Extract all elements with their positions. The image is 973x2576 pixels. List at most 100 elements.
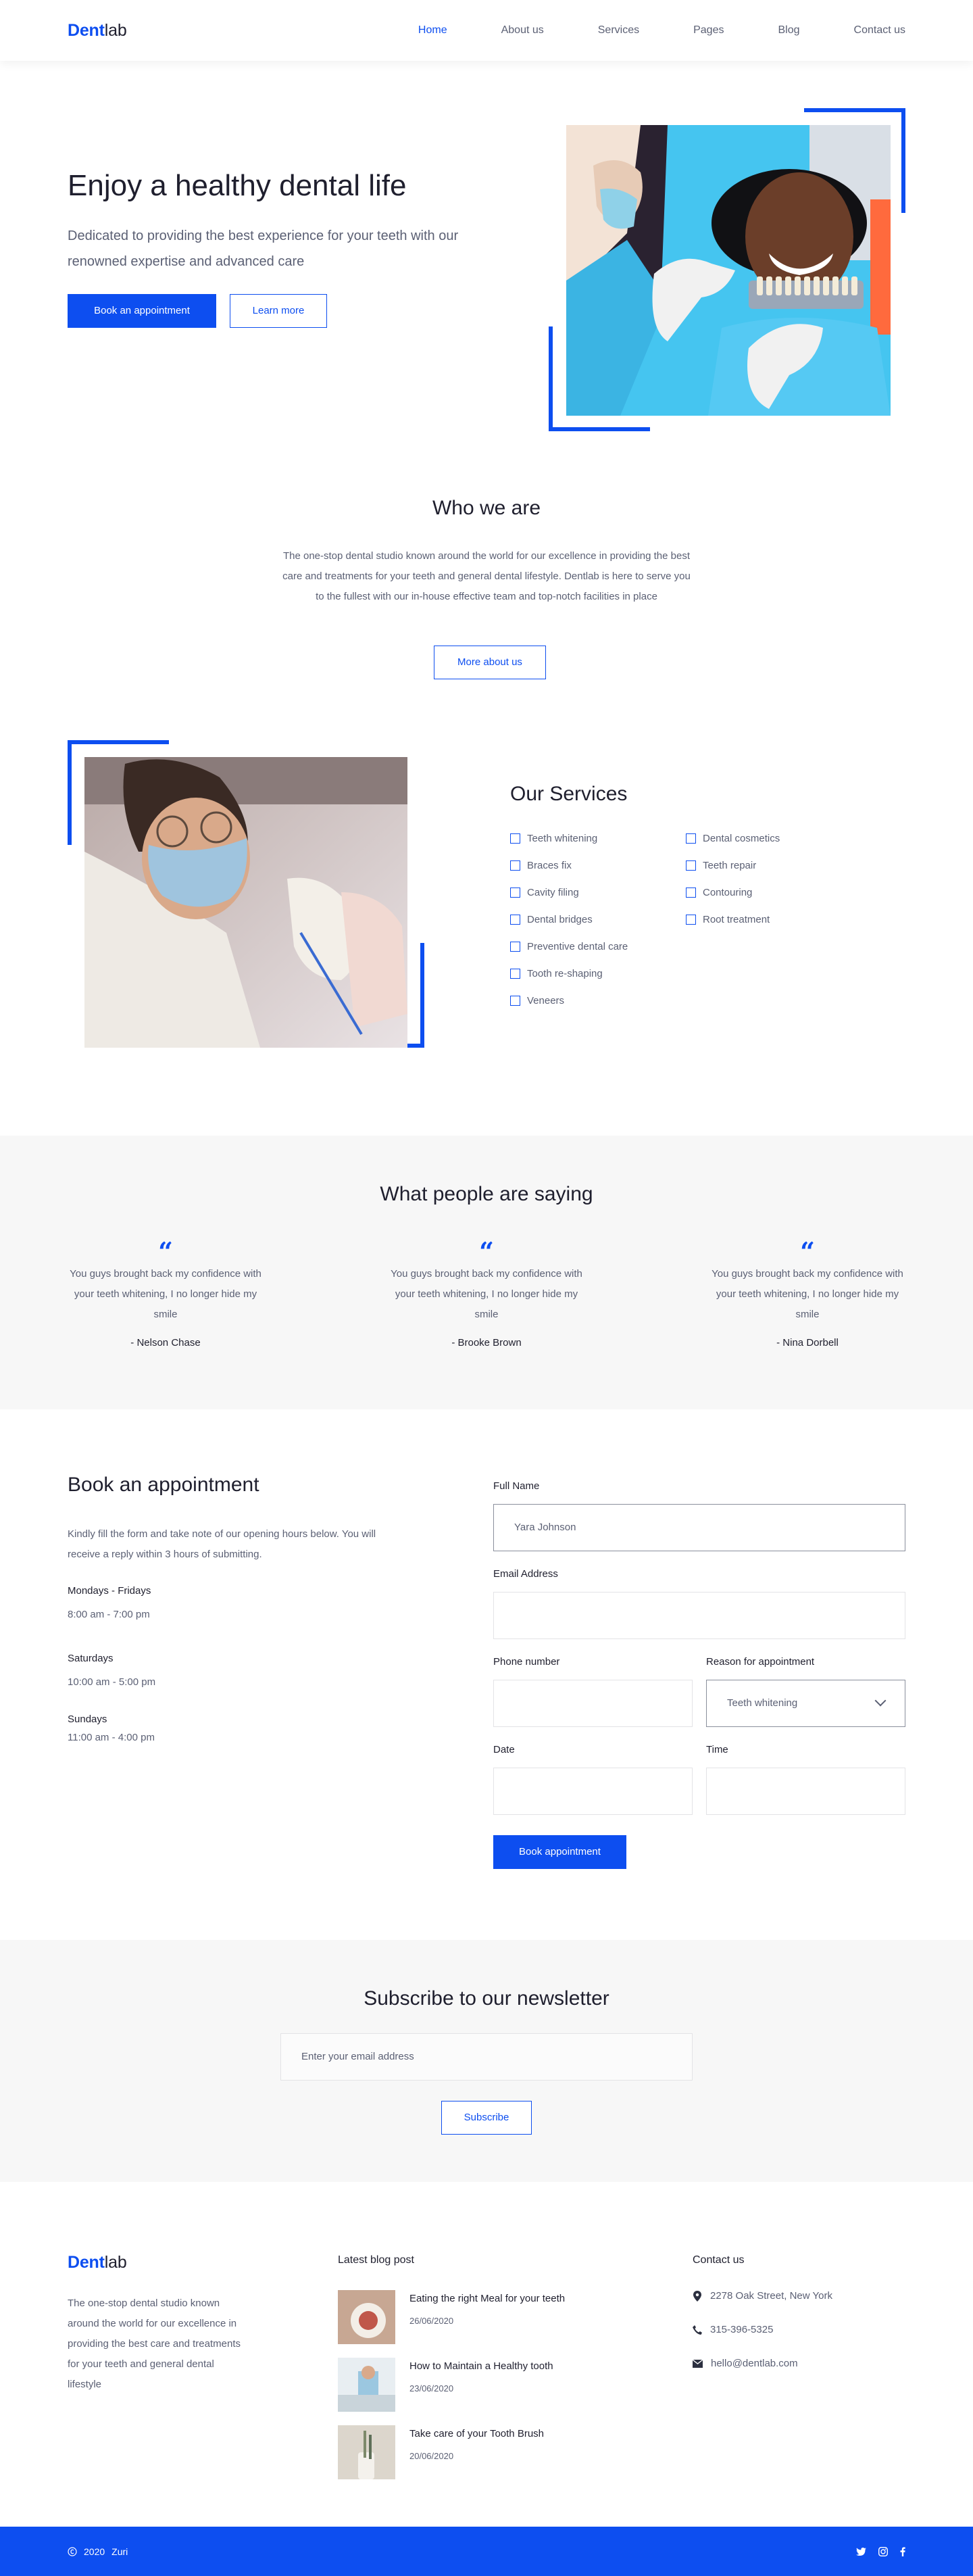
service-item-cavity-filing[interactable]: Cavity filing [510,879,628,906]
copyright-company: Zuri [111,2546,128,2557]
service-label: Teeth repair [703,859,757,871]
square-bullet-icon [510,914,520,925]
contact-phone[interactable]: 315-396-5325 [693,2324,773,2335]
appointment-section: Book an appointment Kindly fill the form… [68,1409,905,1940]
full-name-input[interactable]: Yara Johnson [493,1504,905,1551]
service-item-contouring[interactable]: Contouring [686,879,780,906]
subscribe-button[interactable]: Subscribe [441,2101,532,2135]
date-input[interactable] [493,1768,693,1815]
service-item-dental-cosmetics[interactable]: Dental cosmetics [686,825,780,852]
footer-brand-logo[interactable]: Dentlab [68,2253,127,2273]
service-label: Contouring [703,886,753,898]
testimonial-card: “ You guys brought back my confidence wi… [709,1237,905,1349]
book-appointment-button[interactable]: Book an appointment [68,294,216,328]
footer-description: The one-stop dental studio known around … [68,2298,241,2390]
blog-post-item[interactable]: Take care of your Tooth Brush 20/06/2020 [338,2425,595,2479]
blog-post-item[interactable]: How to Maintain a Healthy tooth 23/06/20… [338,2358,595,2412]
brand-logo-part1: Dent [68,2253,105,2272]
square-bullet-icon [510,941,520,952]
testimonials-title: What people are saying [380,1183,593,1205]
brand-logo-part1: Dent [68,20,105,40]
blog-thumbnail-toothbrush [338,2425,395,2479]
services-list-right: Dental cosmetics Teeth repair Contouring… [686,825,780,933]
appointment-description: Kindly fill the form and take note of ou… [68,1528,376,1560]
learn-more-button[interactable]: Learn more [230,294,327,328]
service-item-teeth-repair[interactable]: Teeth repair [686,852,780,879]
services-title: Our Services [510,783,628,805]
nav-link-blog[interactable]: Blog [778,24,799,37]
brand-logo-part2: lab [104,2253,127,2272]
testimonial-text: You guys brought back my confidence with… [391,1268,582,1320]
reason-select-value: Teeth whitening [727,1697,798,1709]
testimonial-text: You guys brought back my confidence with… [70,1268,261,1320]
nav-link-about[interactable]: About us [501,24,544,37]
service-item-tooth-reshaping[interactable]: Tooth re-shaping [510,960,628,987]
services-list-left: Teeth whitening Braces fix Cavity filing… [510,825,628,1014]
email-label: Email Address [493,1568,558,1580]
testimonial-author: - Brooke Brown [451,1337,522,1348]
nav-link-contact[interactable]: Contact us [854,24,905,37]
hero-subtitle: Dedicated to providing the best experien… [68,228,459,269]
newsletter-email-input[interactable]: Enter your email address [280,2033,693,2081]
blog-post-date: 20/06/2020 [409,2451,454,2461]
top-navbar: Dentlab Home About us Services Pages Blo… [0,0,973,61]
book-appointment-submit-button[interactable]: Book appointment [493,1835,626,1869]
service-label: Braces fix [527,859,572,871]
phone-label: Phone number [493,1656,560,1668]
testimonial-author: - Nina Dorbell [776,1337,839,1348]
hours-sundays: Sundays 11:00 am - 4:00 pm [68,1714,155,1743]
hours-weekdays: Mondays - Fridays 8:00 am - 7:00 pm [68,1585,151,1620]
reason-select[interactable]: Teeth whitening [706,1680,905,1727]
nav-link-services[interactable]: Services [598,24,639,37]
service-item-teeth-whitening[interactable]: Teeth whitening [510,825,628,852]
service-label: Dental bridges [527,913,593,925]
twitter-icon[interactable] [856,2547,866,2556]
service-item-dental-bridges[interactable]: Dental bridges [510,906,628,933]
square-bullet-icon [686,914,696,925]
hours-day: Mondays - Fridays [68,1585,151,1597]
newsletter-title: Subscribe to our newsletter [364,1987,609,2010]
nav-link-home[interactable]: Home [418,24,447,37]
service-item-root-treatment[interactable]: Root treatment [686,906,780,933]
bottom-bar: 2020 Zuri [0,2527,973,2576]
newsletter-section: Subscribe to our newsletter Enter your e… [0,1940,973,2182]
service-item-braces-fix[interactable]: Braces fix [510,852,628,879]
contact-email[interactable]: hello@dentlab.com [693,2358,798,2369]
about-title: Who we are [432,497,541,519]
time-input[interactable] [706,1768,905,1815]
blog-thumbnail-meal [338,2290,395,2344]
service-label: Tooth re-shaping [527,967,603,979]
hero-image-patient-smiling [566,125,891,416]
dentist-image [84,757,407,1048]
service-item-veneers[interactable]: Veneers [510,987,628,1014]
blog-post-title: Take care of your Tooth Brush [409,2428,544,2439]
service-label: Dental cosmetics [703,832,780,844]
testimonial-card: “ You guys brought back my confidence wi… [68,1237,264,1349]
contact-section-title: Contact us [693,2254,745,2266]
hours-day: Saturdays [68,1653,114,1664]
more-about-us-button[interactable]: More about us [434,646,546,679]
email-text: hello@dentlab.com [711,2358,798,2369]
full-name-label: Full Name [493,1480,540,1492]
nav-link-pages[interactable]: Pages [693,24,724,37]
hero-section: Enjoy a healthy dental life Dedicated to… [68,61,905,456]
blog-post-date: 26/06/2020 [409,2316,454,2326]
blog-post-title: Eating the right Meal for your teeth [409,2293,566,2304]
reason-label: Reason for appointment [706,1656,815,1668]
instagram-icon[interactable] [878,2546,888,2556]
nav-links: Home About us Services Pages Blog Contac… [364,24,905,37]
email-input[interactable] [493,1592,905,1639]
service-item-preventive-care[interactable]: Preventive dental care [510,933,628,960]
square-bullet-icon [510,887,520,898]
brand-logo[interactable]: Dentlab [68,21,127,41]
service-label: Preventive dental care [527,940,628,952]
testimonial-author: - Nelson Chase [130,1337,201,1348]
square-bullet-icon [686,887,696,898]
blog-post-date: 23/06/2020 [409,2383,454,2393]
square-bullet-icon [510,833,520,844]
blog-post-title: How to Maintain a Healthy tooth [409,2360,553,2372]
hours-time: 10:00 am - 5:00 pm [68,1676,156,1688]
facebook-icon[interactable] [900,2546,905,2556]
phone-input[interactable] [493,1680,693,1727]
blog-post-item[interactable]: Eating the right Meal for your teeth 26/… [338,2290,595,2344]
